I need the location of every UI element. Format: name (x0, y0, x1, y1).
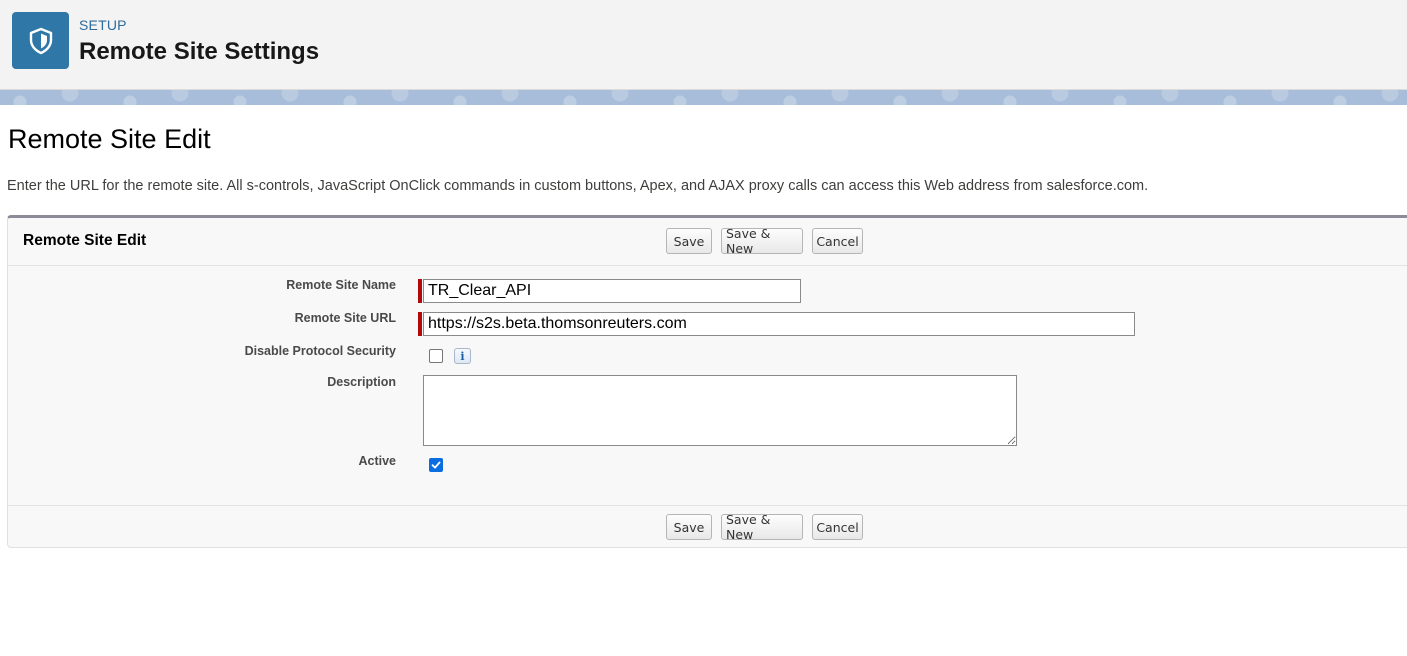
remote-site-edit-panel: Remote Site Edit Save Save & New Cancel … (7, 215, 1407, 548)
panel-header: Remote Site Edit Save Save & New Cancel (8, 218, 1407, 266)
save-and-new-button[interactable]: Save & New (721, 512, 803, 542)
info-icon[interactable]: i (454, 348, 471, 364)
disable-protocol-security-checkbox[interactable] (429, 349, 443, 363)
active-label: Active (358, 454, 396, 468)
setup-header: SETUP Remote Site Settings (0, 0, 1407, 90)
checkmark-icon (431, 461, 441, 469)
header-decorative-band (0, 90, 1407, 105)
page-header-title: Remote Site Settings (79, 38, 320, 65)
remote-site-name-label: Remote Site Name (286, 278, 396, 292)
save-and-new-button[interactable]: Save & New (721, 226, 803, 256)
save-button[interactable]: Save (666, 228, 712, 254)
save-button[interactable]: Save (666, 514, 712, 540)
required-indicator (418, 279, 422, 303)
description-textarea[interactable] (423, 375, 1017, 446)
setup-eyebrow: SETUP (79, 17, 127, 33)
bottom-button-row: Save Save & New Cancel (666, 512, 863, 542)
remote-site-name-input[interactable] (423, 279, 801, 303)
page-description: Enter the URL for the remote site. All s… (7, 178, 1149, 194)
cancel-button[interactable]: Cancel (812, 228, 863, 254)
active-checkbox[interactable] (429, 458, 443, 472)
remote-site-url-input[interactable] (423, 312, 1135, 336)
required-indicator (418, 312, 422, 336)
page-title: Remote Site Edit (8, 124, 211, 154)
description-label: Description (327, 375, 396, 389)
shield-icon (12, 12, 69, 69)
panel-footer-divider (8, 505, 1407, 506)
panel-title: Remote Site Edit (23, 232, 147, 249)
top-button-row: Save Save & New Cancel (666, 226, 863, 256)
cancel-button[interactable]: Cancel (812, 514, 863, 540)
disable-protocol-security-label: Disable Protocol Security (244, 344, 396, 358)
remote-site-url-label: Remote Site URL (294, 311, 396, 325)
